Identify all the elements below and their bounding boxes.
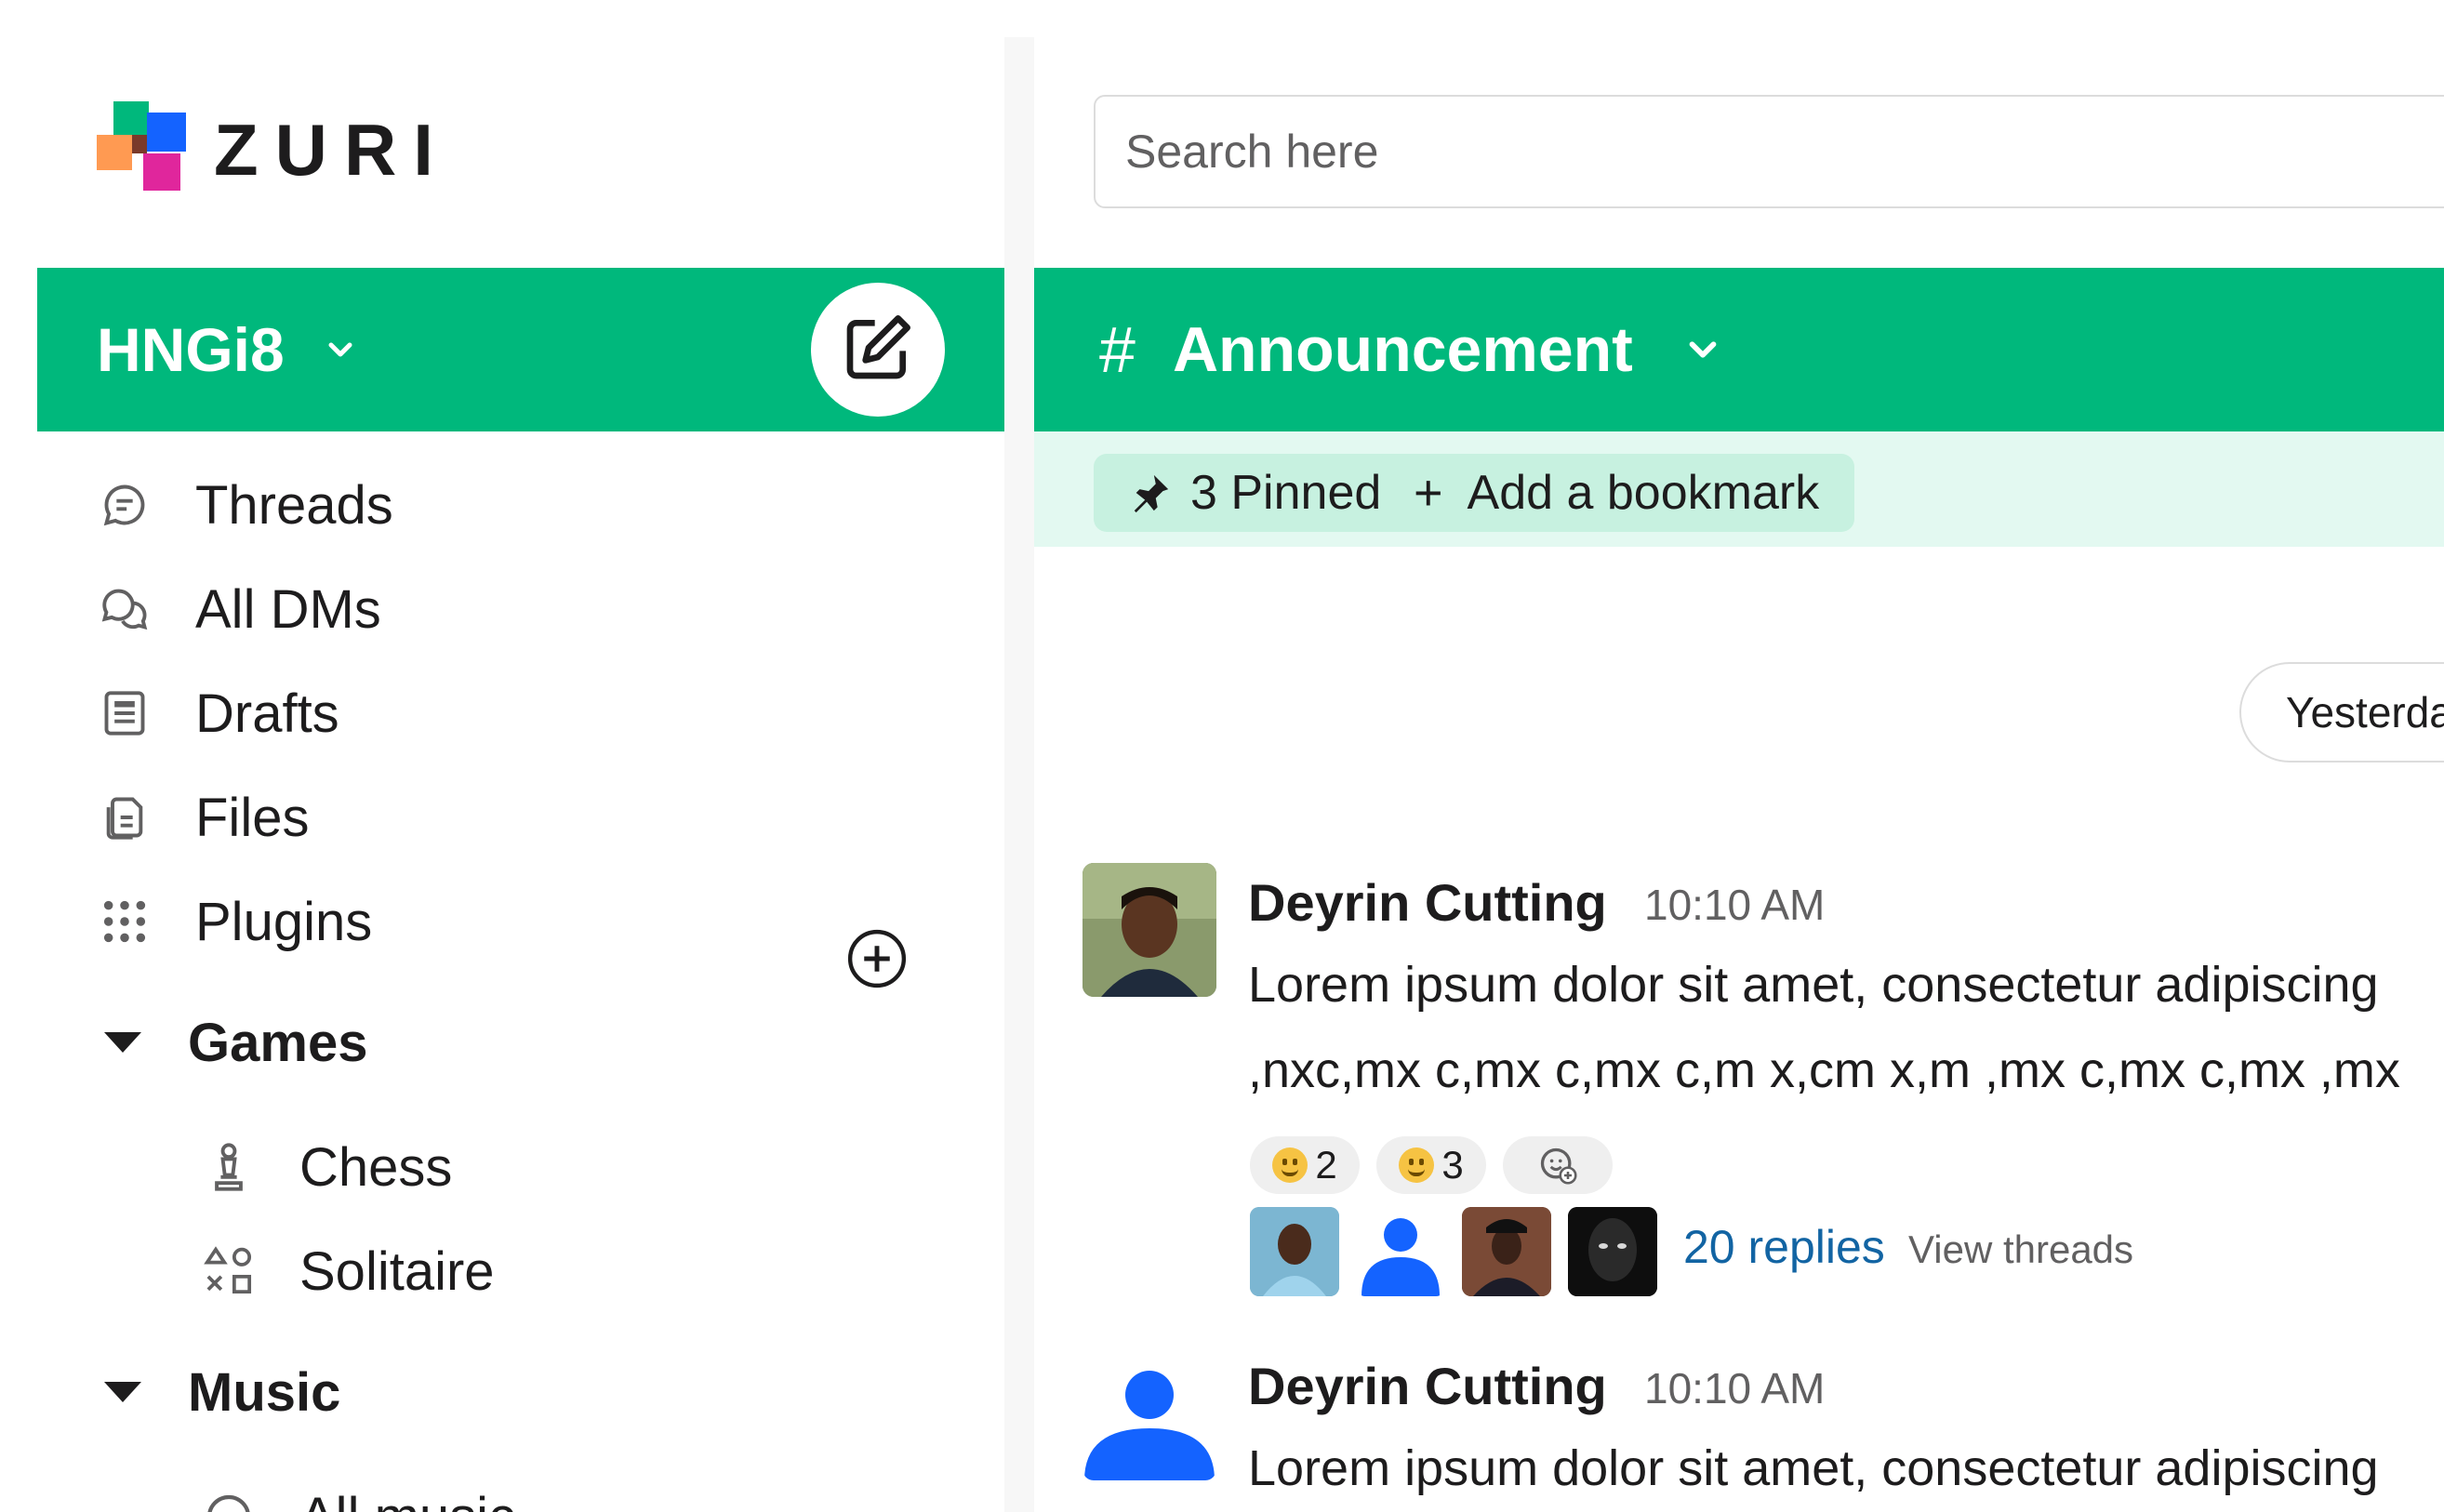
reaction-button[interactable]: 2 [1250,1136,1360,1194]
section-title: Music [188,1361,341,1423]
sidebar-item-label: Solitaire [299,1240,495,1302]
sidebar-item-threads[interactable]: Threads [97,463,393,547]
chess-icon [201,1139,257,1195]
section-title: Games [188,1012,368,1073]
reaction-count: 2 [1315,1143,1337,1187]
avatar[interactable] [1083,1346,1216,1480]
sidebar-item-chess[interactable]: Chess [201,1125,452,1209]
sidebar-item-label: Drafts [195,683,339,744]
pinned-button[interactable]: 3 Pinned [1094,454,1417,532]
chevron-down-icon [1681,328,1724,371]
caret-down-icon [104,1382,141,1402]
sidebar-item-label: Files [195,787,310,848]
channel-header: # Announcement [1034,268,2444,431]
sidebar-item-solitaire[interactable]: Solitaire [201,1229,495,1313]
message-time[interactable]: 10:10 AM [1644,880,1825,930]
avatar[interactable] [1083,863,1216,997]
bookmark-bar: 3 Pinned + Add a bookmark [1034,431,2444,547]
channel-title-button[interactable]: # Announcement [1099,268,1724,431]
zuri-logo[interactable]: ZURI [97,99,450,201]
drafts-icon [97,685,153,741]
brand-name: ZURI [214,108,450,191]
grinning-emoji-icon [1399,1147,1435,1183]
compose-button[interactable] [811,283,945,417]
date-label: Yesterday [2286,688,2444,736]
pane-divider[interactable] [1004,37,1034,1512]
plus-icon: + [1414,465,1443,521]
workspace-name: HNGi8 [97,315,285,384]
message-text: Lorem ipsum dolor sit amet, consectetur … [1248,1440,2379,1496]
view-threads-link[interactable]: View threads [1908,1227,2133,1272]
files-icon [97,789,153,845]
threads-icon [97,477,153,533]
pinned-label: 3 Pinned [1190,466,1382,520]
reaction-button[interactable]: 3 [1376,1136,1486,1194]
pin-icon [1129,471,1172,514]
message-time[interactable]: 10:10 AM [1644,1363,1825,1413]
add-reaction-button[interactable] [1503,1136,1613,1194]
hash-icon: # [1099,313,1136,386]
message-text: Lorem ipsum dolor sit amet, consectetur … [1248,957,2379,1013]
date-divider[interactable]: Yesterday [2239,662,2444,763]
avatar[interactable] [1568,1207,1657,1296]
zuri-logo-icon [97,99,197,200]
workspace-header: HNGi8 [37,268,1004,431]
sidebar-item-label: Chess [299,1136,453,1198]
message-author[interactable]: Deyrin Cutting [1248,1356,1607,1416]
add-plugin-button[interactable] [846,928,908,989]
compose-icon [841,311,915,390]
reaction-count: 3 [1441,1143,1464,1187]
message-text: ,nxc,mx c,mx c,mx c,m x,cm x,m ,mx c,mx … [1248,1042,2400,1098]
replies-link[interactable]: 20 replies [1683,1220,1885,1274]
workspace-switcher[interactable]: HNGi8 [97,268,359,431]
solitaire-icon [201,1243,257,1299]
caret-down-icon [104,1032,141,1053]
section-games[interactable]: Games [104,1001,367,1084]
plugins-icon [97,894,153,949]
add-bookmark-button[interactable]: + Add a bookmark [1378,454,1855,532]
avatar[interactable] [1462,1207,1551,1296]
bookmark-label: Add a bookmark [1467,466,1820,520]
chevron-down-icon [322,331,359,368]
search-input[interactable] [1094,95,2444,208]
section-music[interactable]: Music [104,1350,340,1434]
sidebar-item-all-music[interactable]: All music [201,1475,515,1512]
sidebar-item-plugins[interactable]: Plugins [97,880,372,963]
sidebar: ZURI HNGi8 Threads All DMs Drafts Files … [37,37,1004,1512]
sidebar-item-drafts[interactable]: Drafts [97,671,339,755]
sidebar-item-files[interactable]: Files [97,776,309,859]
message-author[interactable]: Deyrin Cutting [1248,872,1607,933]
main-pane: # Announcement 3 Pinned + Add a bookmark… [1034,37,2444,1512]
add-reaction-icon [1537,1145,1578,1186]
grinning-emoji-icon [1272,1147,1308,1183]
sidebar-item-label: All DMs [195,578,381,640]
headphones-icon [201,1489,257,1512]
sidebar-item-all-dms[interactable]: All DMs [97,567,381,651]
channel-name: Announcement [1172,314,1633,385]
avatar[interactable] [1250,1207,1339,1296]
sidebar-item-label: All music [299,1486,515,1512]
sidebar-item-label: Threads [195,474,393,536]
sidebar-item-label: Plugins [195,891,373,952]
dms-icon [97,581,153,637]
avatar[interactable] [1356,1207,1445,1296]
